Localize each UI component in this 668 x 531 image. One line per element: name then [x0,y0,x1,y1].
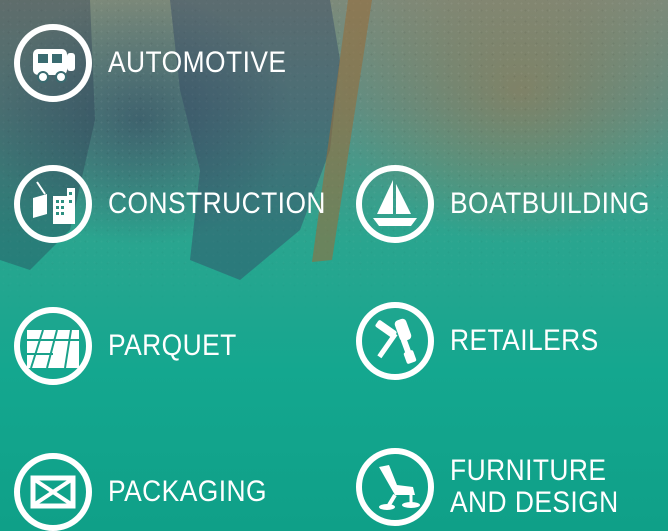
category-furniture-and-design[interactable]: FURNITURE AND DESIGN [356,448,642,526]
sailboat-icon [356,165,434,243]
category-label: AUTOMOTIVE [108,46,287,79]
buildings-crane-icon [14,165,92,243]
category-packaging[interactable]: PACKAGING [14,453,289,531]
category-label: FURNITURE AND DESIGN [450,455,619,519]
category-boatbuilding[interactable]: BOATBUILDING [356,165,668,243]
chair-icon [356,448,434,526]
category-label: BOATBUILDING [450,187,650,220]
category-label: PACKAGING [108,475,267,508]
category-parquet[interactable]: PARQUET [14,307,254,385]
category-label: CONSTRUCTION [108,187,326,220]
tools-icon [356,302,434,380]
motorhome-icon [14,24,92,102]
category-label-line2: AND DESIGN [450,486,619,519]
category-construction[interactable]: CONSTRUCTION [14,165,356,243]
category-label: PARQUET [108,329,237,362]
wood-floor-icon [14,307,92,385]
category-label-line1: FURNITURE [450,454,607,487]
box-icon [14,453,92,531]
category-retailers[interactable]: RETAILERS [356,302,619,380]
category-label: RETAILERS [450,324,599,357]
category-automotive[interactable]: AUTOMOTIVE [14,24,311,102]
